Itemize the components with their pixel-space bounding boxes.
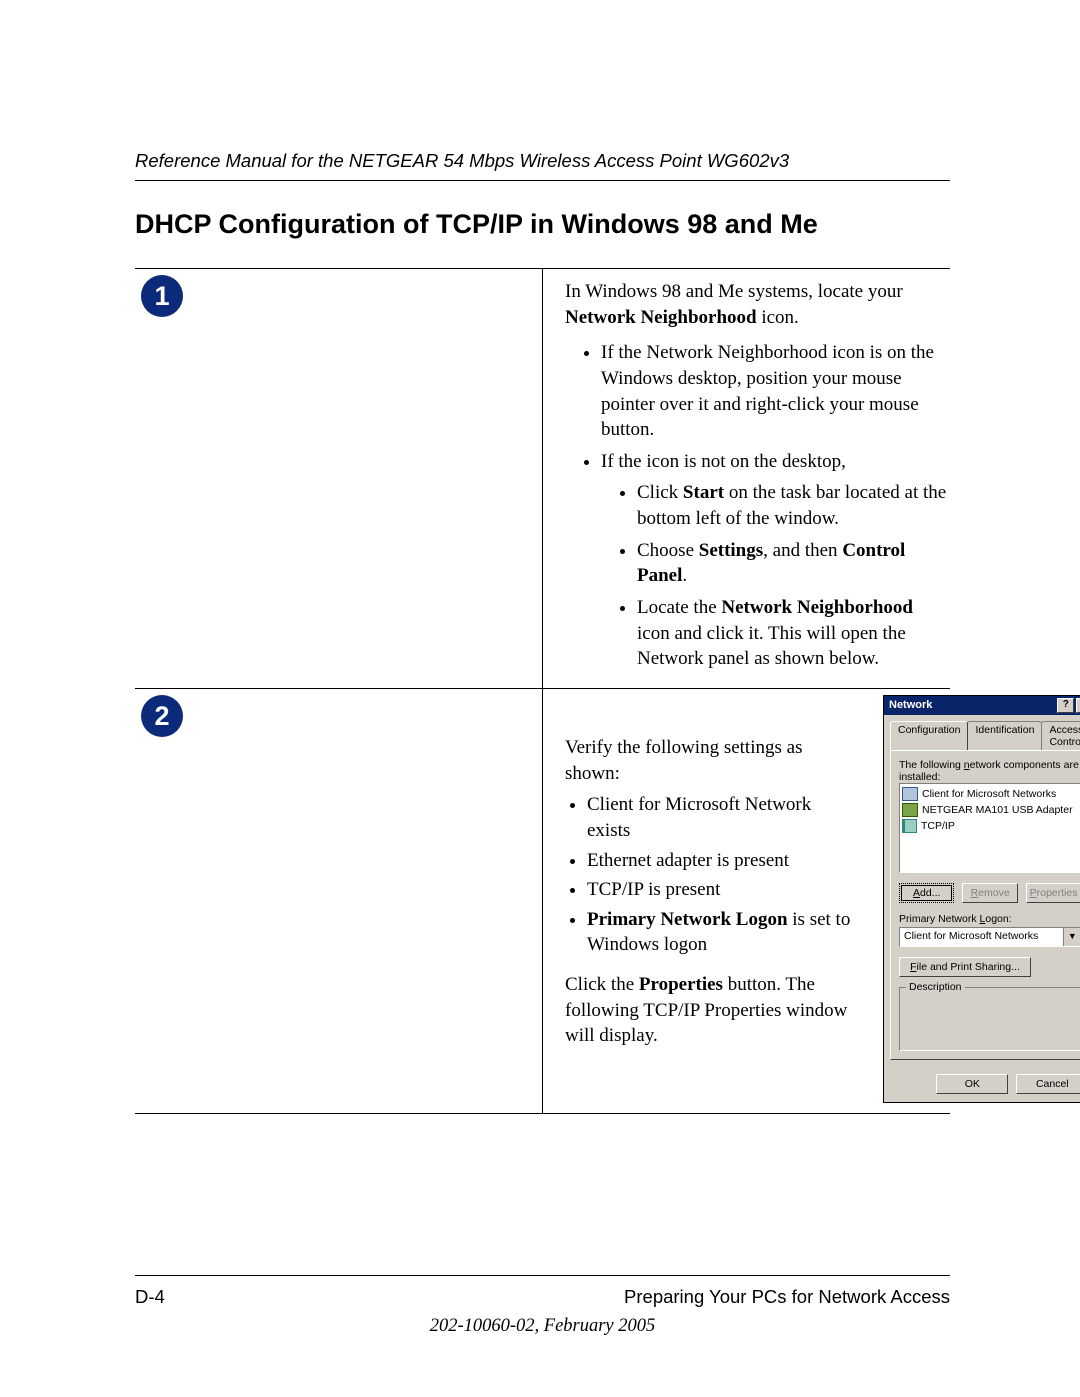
step2-after: Click the Properties button. The followi… <box>565 972 855 1049</box>
text: , and then <box>763 540 842 561</box>
step-number-1: 1 <box>141 275 183 317</box>
step-marker-cell: 1 <box>135 269 543 688</box>
text-bold: Network Neighborhood <box>565 307 757 328</box>
components-label: The following network components are ins… <box>899 759 1080 783</box>
text-bold: Primary Network Logon <box>587 909 788 930</box>
step-2-body: Verify the following settings as shown: … <box>543 689 951 1114</box>
protocol-icon <box>902 819 917 833</box>
dialog-footer-buttons: OK Cancel <box>884 1066 1080 1102</box>
list-item-label: TCP/IP <box>921 820 955 832</box>
doc-info: 202-10060-02, February 2005 <box>135 1316 950 1337</box>
tab-identification[interactable]: Identification <box>967 721 1042 750</box>
text: icon. <box>757 307 799 328</box>
configuration-panel: The following network components are ins… <box>890 750 1080 1060</box>
primary-logon-dropdown[interactable]: Client for Microsoft Networks ▼ <box>899 927 1080 947</box>
list-item: Primary Network Logon is set to Windows … <box>587 907 855 958</box>
text: Choose <box>637 540 699 561</box>
verify-list: Client for Microsoft Network exists Ethe… <box>565 792 855 958</box>
list-item-label: Client for Microsoft Networks <box>922 788 1056 800</box>
step-1-body: In Windows 98 and Me systems, locate you… <box>543 269 951 688</box>
text: If the icon is not on the desktop, <box>601 451 846 472</box>
step2-instructions: Verify the following settings as shown: … <box>565 695 855 1103</box>
dialog-title: Network <box>887 699 1055 711</box>
list-item: If the icon is not on the desktop, Click… <box>601 449 950 672</box>
file-print-sharing-button[interactable]: File and Print Sharing... <box>899 957 1031 977</box>
step1-intro: In Windows 98 and Me systems, locate you… <box>565 279 950 330</box>
help-button[interactable]: ? <box>1057 698 1074 713</box>
document-page: Reference Manual for the NETGEAR 54 Mbps… <box>0 0 1080 1397</box>
accesskey: P <box>1030 887 1037 899</box>
footer-rule <box>135 1275 950 1276</box>
text-bold: Settings <box>699 540 763 561</box>
text: ile and Print Sharing... <box>917 961 1020 973</box>
list-item[interactable]: TCP/IP <box>902 818 1078 834</box>
remove-button[interactable]: Remove <box>962 883 1017 903</box>
network-dialog: Network ? ✕ Configuration Identification… <box>883 695 1080 1103</box>
list-item[interactable]: NETGEAR MA101 USB Adapter <box>902 802 1078 818</box>
text: dd... <box>920 887 940 899</box>
list-item: Click Start on the task bar located at t… <box>637 480 950 531</box>
chevron-down-icon[interactable]: ▼ <box>1063 928 1080 946</box>
list-item: TCP/IP is present <box>587 877 855 903</box>
add-button[interactable]: Add... <box>899 883 954 903</box>
list-item-label: NETGEAR MA101 USB Adapter <box>922 804 1073 816</box>
text: emove <box>978 887 1010 899</box>
steps-table: 1 In Windows 98 and Me systems, locate y… <box>135 268 950 1114</box>
text: In Windows 98 and Me systems, locate you… <box>565 281 903 302</box>
dropdown-value: Client for Microsoft Networks <box>900 928 1063 946</box>
list-item: Client for Microsoft Network exists <box>587 792 855 843</box>
accesskey: A <box>913 887 920 899</box>
description-group: Description <box>899 987 1080 1051</box>
text-bold: Start <box>683 482 724 503</box>
text: . <box>682 565 687 586</box>
step-number-2: 2 <box>141 695 183 737</box>
text: Click the <box>565 974 639 995</box>
primary-logon-label: Primary Network Logon: <box>899 913 1080 925</box>
client-icon <box>902 787 918 801</box>
component-buttons: Add... Remove Properties <box>899 883 1080 903</box>
list-item[interactable]: Client for Microsoft Networks <box>902 786 1078 802</box>
close-button[interactable]: ✕ <box>1076 698 1080 713</box>
tab-configuration[interactable]: Configuration <box>890 721 968 750</box>
text-bold: Network Neighborhood <box>721 597 913 618</box>
header-rule <box>135 180 950 181</box>
section-heading: DHCP Configuration of TCP/IP in Windows … <box>135 209 950 240</box>
dialog-titlebar[interactable]: Network ? ✕ <box>884 696 1080 715</box>
verify-intro: Verify the following settings as shown: <box>565 735 855 786</box>
dialog-tabs: Configuration Identification Access Cont… <box>884 715 1080 750</box>
step-marker-cell: 2 <box>135 689 543 1114</box>
cancel-button[interactable]: Cancel <box>1016 1074 1080 1094</box>
text: Locate the <box>637 597 721 618</box>
text: ogon: <box>985 913 1011 925</box>
page-footer: D-4 Preparing Your PCs for Network Acces… <box>135 1275 950 1337</box>
text: Primary Network <box>899 913 980 925</box>
adapter-icon <box>902 803 918 817</box>
list-item: Ethernet adapter is present <box>587 848 855 874</box>
text: icon and click it. This will open the Ne… <box>637 623 906 670</box>
components-listbox[interactable]: Client for Microsoft Networks NETGEAR MA… <box>899 783 1080 873</box>
list-item: Locate the Network Neighborhood icon and… <box>637 595 950 672</box>
text: The following <box>899 759 964 771</box>
tab-access-control[interactable]: Access Control <box>1041 721 1080 750</box>
text-bold: Properties <box>639 974 723 995</box>
chapter-title: Preparing Your PCs for Network Access <box>624 1286 950 1308</box>
step1-sub-bullets: Click Start on the task bar located at t… <box>601 480 950 671</box>
list-item: If the Network Neighborhood icon is on t… <box>601 340 950 443</box>
list-item: Choose Settings, and then Control Panel. <box>637 538 950 589</box>
properties-button[interactable]: Properties <box>1026 883 1080 903</box>
page-number: D-4 <box>135 1286 165 1308</box>
running-head: Reference Manual for the NETGEAR 54 Mbps… <box>135 150 950 172</box>
step1-bullets: If the Network Neighborhood icon is on t… <box>565 340 950 672</box>
description-label: Description <box>906 981 965 993</box>
text: Click <box>637 482 683 503</box>
ok-button[interactable]: OK <box>936 1074 1008 1094</box>
text: roperties <box>1037 887 1078 899</box>
